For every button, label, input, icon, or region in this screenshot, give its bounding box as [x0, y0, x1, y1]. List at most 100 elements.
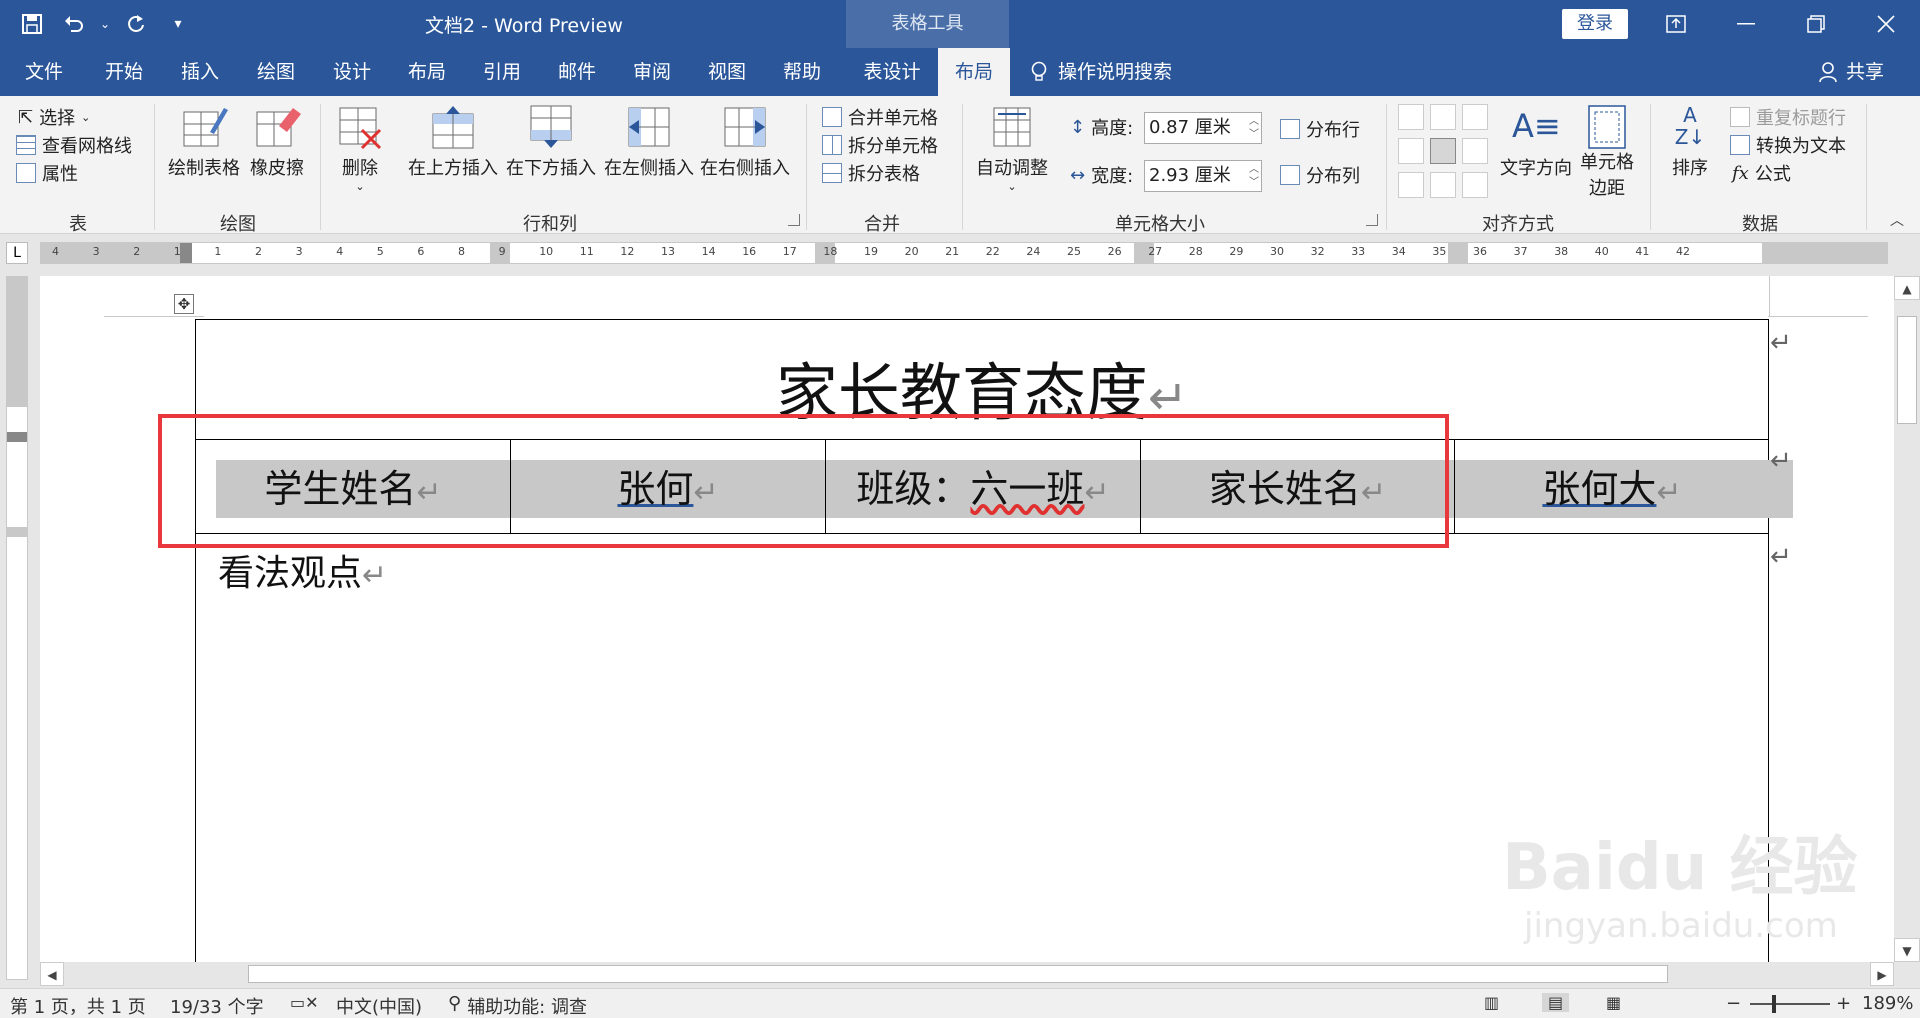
redo-icon[interactable] [118, 8, 154, 40]
close-icon[interactable] [1852, 0, 1920, 48]
highlight-box [158, 414, 1449, 548]
zoom-in-button[interactable]: + [1836, 993, 1851, 1014]
eraser-button[interactable]: 橡皮擦 [250, 104, 304, 180]
web-layout-icon[interactable]: ▦ [1606, 993, 1621, 1012]
ruler-row: L 4 3 2 1 1 2 3 4 5 6 8 9 10 11 12 13 14 16 17 18 19 20 21 22 24… [0, 234, 1920, 270]
split-table-button[interactable]: 拆分表格 [822, 160, 920, 186]
restore-icon[interactable] [1782, 0, 1850, 48]
tab-layout-page[interactable]: 布局 [395, 48, 459, 96]
height-input[interactable]: 0.87 厘米 ︿ ﹀ [1144, 112, 1262, 144]
repeat-header-button[interactable]: 重复标题行 [1730, 104, 1846, 130]
tab-view[interactable]: 视图 [695, 48, 759, 96]
zoom-slider-thumb[interactable] [1772, 995, 1776, 1013]
ruler-number: 41 [1635, 245, 1650, 258]
merge-cells-button[interactable]: 合并单元格 [822, 104, 938, 130]
ruler-number: 35 [1432, 245, 1447, 258]
undo-dropdown-icon[interactable]: ⌄ [98, 8, 112, 40]
properties-button[interactable]: 属性 [16, 160, 78, 186]
table-cell[interactable]: 张何大↵ [1454, 439, 1793, 534]
distribute-rows-button[interactable]: 分布行 [1280, 116, 1360, 142]
insert-left-button[interactable]: 在左侧插入 [604, 104, 694, 180]
draw-table-button[interactable]: 绘制表格 [168, 104, 240, 180]
sort-button[interactable]: A Z↓ 排序 [1666, 104, 1714, 180]
scroll-right-icon[interactable]: ▶ [1870, 962, 1894, 986]
text-direction-button[interactable]: A≡ 文字方向 [1500, 104, 1572, 180]
proofing-icon[interactable]: ▭✕ [290, 993, 319, 1012]
align-top-right-icon[interactable] [1462, 104, 1488, 130]
align-bottom-left-icon[interactable] [1398, 172, 1424, 198]
page-count[interactable]: 第 1 页，共 1 页 [10, 993, 146, 1018]
tab-review[interactable]: 审阅 [620, 48, 684, 96]
tab-mailings[interactable]: 邮件 [545, 48, 609, 96]
tab-selector-icon[interactable]: L [6, 242, 28, 264]
document-page[interactable]: ✥ 家长教育态度↵ 学生姓名↵ 张何↵ 班级：六一班↵ 家长姓名↵ 张何大↵ 看… [40, 276, 1896, 962]
align-bottom-right-icon[interactable] [1462, 172, 1488, 198]
tab-design[interactable]: 设计 [320, 48, 384, 96]
rows-cols-dialog-launcher-icon[interactable] [788, 214, 800, 226]
group-label-draw: 绘图 [220, 214, 256, 235]
language[interactable]: 中文(中国) [336, 993, 422, 1018]
document-area[interactable]: ✥ 家长教育态度↵ 学生姓名↵ 张何↵ 班级：六一班↵ 家长姓名↵ 张何大↵ 看… [40, 276, 1896, 962]
word-count[interactable]: 19/33 个字 [170, 993, 264, 1018]
accessibility-checker[interactable]: ⚲ 辅助功能: 调查 [448, 993, 587, 1018]
share-button[interactable]: 共享 [1818, 48, 1884, 96]
print-layout-icon[interactable]: ▤ [1542, 993, 1570, 1012]
insert-below-button[interactable]: 在下方插入 [506, 104, 596, 180]
horizontal-ruler[interactable]: 4 3 2 1 1 2 3 4 5 6 8 9 10 11 12 13 14 16 17 18 19 20 21 22 24 25… [40, 242, 1888, 264]
select-button[interactable]: ⇱ 选择 ⌄ [18, 104, 90, 130]
distribute-cols-button[interactable]: 分布列 [1280, 162, 1360, 188]
align-middle-right-icon[interactable] [1462, 138, 1488, 164]
insert-above-button[interactable]: 在上方插入 [408, 104, 498, 180]
zoom-level[interactable]: 189% [1862, 993, 1913, 1014]
table-move-handle-icon[interactable]: ✥ [174, 294, 194, 314]
tab-draw[interactable]: 绘图 [244, 48, 308, 96]
autofit-button[interactable]: 自动调整 ⌄ [976, 104, 1048, 193]
ruler-number: 10 [539, 245, 554, 258]
width-input[interactable]: 2.93 厘米 ︿ ﹀ [1144, 160, 1262, 192]
split-cells-button[interactable]: 拆分单元格 [822, 132, 938, 158]
tab-help[interactable]: 帮助 [770, 48, 834, 96]
collapse-ribbon-icon[interactable]: ︿ [1890, 210, 1904, 230]
scroll-down-icon[interactable]: ▼ [1894, 938, 1920, 962]
save-icon[interactable] [14, 8, 50, 40]
delete-button[interactable]: 删除 ⌄ [336, 104, 384, 193]
cell-margins-button[interactable]: 单元格 边距 [1580, 104, 1634, 200]
cell-size-dialog-launcher-icon[interactable] [1366, 214, 1378, 226]
align-top-left-icon[interactable] [1398, 104, 1424, 130]
tell-me-search[interactable]: 操作说明搜索 [1030, 48, 1172, 96]
vertical-ruler[interactable] [6, 276, 28, 980]
zoom-out-button[interactable]: − [1726, 993, 1741, 1014]
height-spinner-icon[interactable]: ︿ ﹀ [1249, 115, 1259, 141]
horizontal-scroll-thumb[interactable] [248, 965, 1668, 983]
insert-right-button[interactable]: 在右侧插入 [700, 104, 790, 180]
formula-button[interactable]: fx 公式 [1732, 160, 1791, 186]
align-bottom-center-icon[interactable] [1430, 172, 1456, 198]
align-top-center-icon[interactable] [1430, 104, 1456, 130]
vertical-scrollbar[interactable]: ▲ ▼ [1894, 276, 1920, 962]
undo-icon[interactable] [56, 8, 92, 40]
horizontal-scrollbar[interactable]: ◀ ▶ [40, 962, 1894, 986]
scroll-left-icon[interactable]: ◀ [40, 962, 64, 986]
align-middle-left-icon[interactable] [1398, 138, 1424, 164]
tab-references[interactable]: 引用 [470, 48, 534, 96]
scroll-up-icon[interactable]: ▲ [1894, 276, 1920, 300]
align-middle-center-icon[interactable] [1430, 138, 1456, 164]
view-gridlines-button[interactable]: 查看网格线 [16, 132, 132, 158]
body-paragraph[interactable]: 看法观点↵ [218, 544, 387, 596]
zoom-slider[interactable] [1750, 1003, 1830, 1005]
minimize-icon[interactable] [1712, 0, 1780, 48]
tab-table-design[interactable]: 表设计 [852, 48, 932, 96]
ruler-number: 17 [782, 245, 797, 258]
tab-file[interactable]: 文件 [12, 48, 76, 96]
customize-qat-icon[interactable]: ▾ [160, 8, 196, 40]
tab-table-layout[interactable]: 布局 [938, 48, 1010, 96]
ruler-number: 12 [620, 245, 635, 258]
tab-home[interactable]: 开始 [92, 48, 156, 96]
vertical-scroll-thumb[interactable] [1897, 316, 1917, 424]
login-button[interactable]: 登录 [1562, 9, 1628, 39]
read-mode-icon[interactable]: ▥ [1484, 993, 1499, 1012]
width-spinner-icon[interactable]: ︿ ﹀ [1249, 163, 1259, 189]
tab-insert[interactable]: 插入 [168, 48, 232, 96]
ribbon-display-options-icon[interactable] [1642, 0, 1710, 48]
convert-to-text-button[interactable]: 转换为文本 [1730, 132, 1846, 158]
